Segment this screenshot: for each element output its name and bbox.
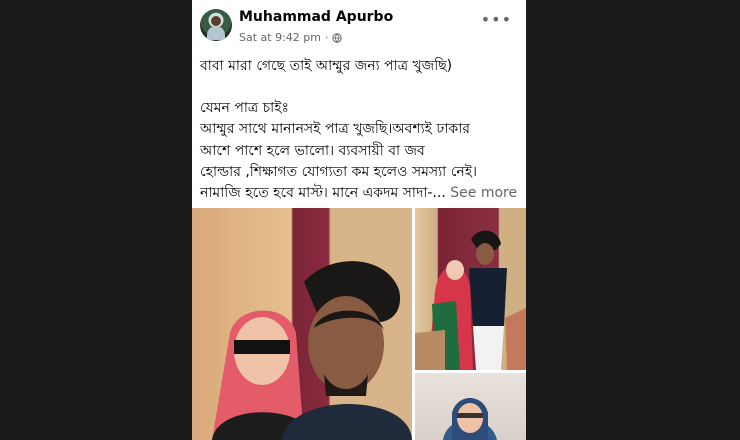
photo-third-art [443, 398, 497, 440]
post-line: হোল্ডার ,শিক্ষাগত যোগ্যতা কম হলেও সমস্যা… [200, 163, 478, 180]
post-line: বাবা মারা গেছে তাই আম্মুর জন্য পাত্র খুজ… [200, 58, 453, 74]
screenshot: Muhammad Apurbo Sat at 9:42 pm · ••• বাব… [0, 0, 740, 440]
post-meta: Sat at 9:42 pm · [239, 31, 343, 44]
post-text: বাবা মারা গেছে তাই আম্মুর জন্য পাত্র খুজ… [200, 56, 522, 204]
facebook-post: Muhammad Apurbo Sat at 9:42 pm · ••• বাব… [192, 0, 526, 440]
post-time[interactable]: Sat at 9:42 pm [239, 31, 321, 44]
photo-secondary[interactable] [415, 208, 526, 370]
post-line: যেমন পাত্র চাইঃ [200, 100, 289, 117]
globe-icon[interactable] [332, 32, 343, 43]
post-line: আম্মুর সাথে মানানসই পাত্র খুজছি।অবশ্যই ঢ… [200, 121, 470, 138]
avatar[interactable] [200, 9, 232, 41]
see-more-link[interactable]: See more [450, 185, 517, 201]
post-header: Muhammad Apurbo Sat at 9:42 pm · ••• [192, 0, 526, 48]
meta-separator: · [324, 31, 329, 44]
photo-grid [192, 208, 526, 440]
photo-main-art [212, 261, 412, 440]
avatar-body [207, 26, 225, 40]
photo-third[interactable] [415, 373, 526, 440]
photo-secondary-art [415, 230, 526, 370]
photo-main[interactable] [192, 208, 412, 440]
more-options-icon[interactable]: ••• [481, 10, 512, 29]
post-line-last: নামাজি হতে হবে মাস্ট। মানে একদম সাদা-...… [200, 183, 522, 204]
author-name[interactable]: Muhammad Apurbo [239, 9, 393, 25]
avatar-head [211, 16, 221, 26]
post-line: নামাজি হতে হবে মাস্ট। মানে একদম সাদা-... [200, 185, 446, 202]
post-line: আশে পাশে হলে ভালো। ব্যবসায়ী বা জব [200, 142, 425, 159]
